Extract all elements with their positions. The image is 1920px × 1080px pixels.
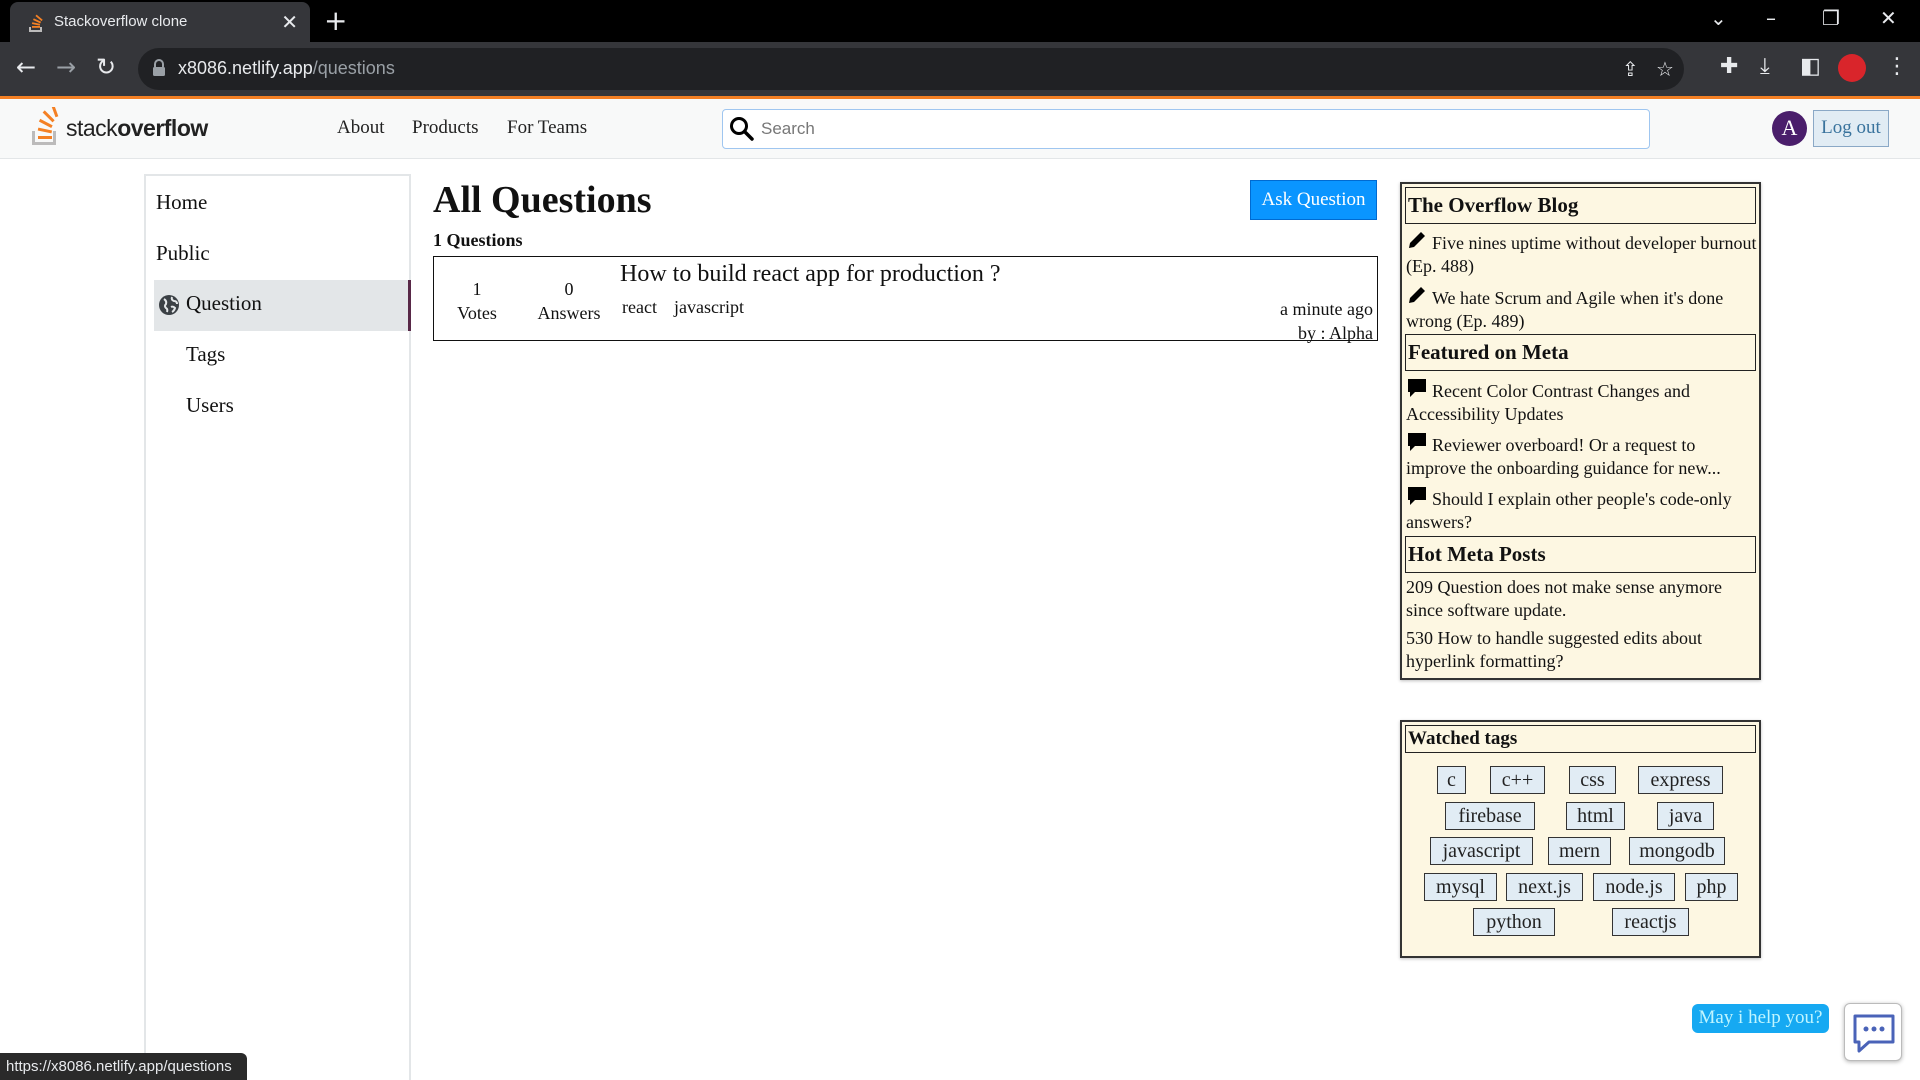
- forward-arrow-icon[interactable]: →: [56, 54, 76, 80]
- stack-logo-icon: [32, 107, 59, 145]
- hot-meta-item[interactable]: 530 How to handle suggested edits about …: [1406, 627, 1758, 673]
- site-header: stackoverflow About Products For Teams A…: [0, 99, 1920, 159]
- browser-tabbar: Stackoverflow clone ✕ + ⌄ – ❐ ✕: [0, 0, 1920, 42]
- stackoverflow-favicon-icon: [29, 14, 43, 32]
- meta-heading: Featured on Meta: [1405, 334, 1756, 371]
- chat-prompt-bubble[interactable]: May i help you?: [1692, 1004, 1829, 1033]
- vote-number: 1: [472, 279, 482, 299]
- question-tag[interactable]: javascript: [674, 297, 744, 318]
- tag-chip[interactable]: python: [1473, 908, 1555, 936]
- answer-label: Answers: [537, 303, 601, 323]
- tag-chip[interactable]: javascript: [1430, 837, 1533, 865]
- question-card: 1 Votes 0 Answers How to build react app…: [433, 256, 1378, 343]
- minimize-icon[interactable]: –: [1766, 6, 1776, 30]
- answer-count: 0 Answers: [526, 277, 612, 325]
- extensions-puzzle-icon[interactable]: ✚: [1720, 54, 1738, 79]
- close-tab-icon[interactable]: ✕: [281, 10, 298, 35]
- meta-item[interactable]: Recent Color Contrast Changes and Access…: [1406, 377, 1758, 426]
- tag-chip[interactable]: firebase: [1445, 802, 1535, 830]
- question-meta: a minute ago by : Alpha: [1280, 297, 1373, 345]
- chat-bubble-icon: [1408, 487, 1426, 505]
- tag-chip[interactable]: css: [1569, 766, 1616, 794]
- reload-icon[interactable]: ↻: [96, 54, 116, 80]
- tag-chip[interactable]: node.js: [1593, 873, 1675, 901]
- download-icon[interactable]: ⤓: [1760, 54, 1770, 79]
- chat-bubble-icon: [1408, 433, 1426, 451]
- left-sidebar: Home Public Question Tags Users: [144, 174, 411, 1080]
- search-input[interactable]: [761, 110, 1641, 148]
- tag-chip[interactable]: reactjs: [1612, 908, 1689, 936]
- tag-chip[interactable]: express: [1638, 766, 1723, 794]
- hot-meta-item[interactable]: 209 Question does not make sense anymore…: [1406, 576, 1758, 622]
- logout-button[interactable]: Log out: [1813, 110, 1889, 147]
- sidebar-widget: The Overflow Blog Five nines uptime with…: [1400, 182, 1761, 680]
- sidebar-item-label: Question: [186, 291, 262, 315]
- question-count: 1 Questions: [433, 230, 523, 250]
- tag-chip[interactable]: next.js: [1506, 873, 1583, 901]
- tag-chip[interactable]: c: [1437, 766, 1466, 794]
- sidebar-item-home[interactable]: Home: [156, 190, 207, 215]
- nav-for-teams[interactable]: For Teams: [507, 117, 587, 139]
- tag-chip[interactable]: mern: [1548, 837, 1611, 865]
- question-author: by : Alpha: [1298, 323, 1373, 343]
- hot-meta-heading: Hot Meta Posts: [1405, 536, 1756, 573]
- vote-count: 1 Votes: [452, 277, 502, 325]
- status-bar-url: https://x8086.netlify.app/questions: [0, 1053, 247, 1080]
- nav-about[interactable]: About: [337, 117, 385, 139]
- user-avatar[interactable]: A: [1772, 111, 1807, 146]
- restore-icon[interactable]: ❐: [1822, 6, 1840, 30]
- tag-chip[interactable]: html: [1566, 802, 1625, 830]
- watched-tags-heading: Watched tags: [1405, 725, 1756, 753]
- pencil-icon: [1409, 287, 1425, 303]
- pencil-icon: [1409, 232, 1425, 248]
- watched-tags-widget: Watched tags c c++ css express firebase …: [1400, 720, 1761, 958]
- tab-title: Stackoverflow clone: [54, 13, 188, 30]
- window-close-icon[interactable]: ✕: [1880, 6, 1897, 30]
- vote-label: Votes: [457, 303, 497, 323]
- question-title-link[interactable]: How to build react app for production ?: [620, 261, 1001, 288]
- meta-item[interactable]: Reviewer overboard! Or a request to impr…: [1406, 431, 1758, 480]
- share-icon[interactable]: ⇪: [1622, 57, 1639, 81]
- tab-search-chevron-icon[interactable]: ⌄: [1710, 6, 1727, 30]
- stackoverflow-logo[interactable]: stackoverflow: [30, 107, 220, 147]
- lock-icon: [153, 59, 165, 76]
- ask-question-button[interactable]: Ask Question: [1250, 180, 1377, 220]
- sidebar-item-question[interactable]: Question: [154, 280, 411, 331]
- tag-chip[interactable]: mongodb: [1629, 837, 1725, 865]
- search-bar[interactable]: [722, 109, 1650, 149]
- nav-products[interactable]: Products: [412, 117, 479, 139]
- new-tab-button[interactable]: +: [324, 4, 347, 37]
- question-time: a minute ago: [1280, 299, 1373, 319]
- browser-toolbar: ← → ↻ x8086.netlify.app/questions ⇪ ☆ ✚ …: [0, 42, 1920, 96]
- address-bar[interactable]: x8086.netlify.app/questions ⇪ ☆: [138, 48, 1684, 90]
- url-text: x8086.netlify.app/questions: [178, 58, 395, 78]
- back-arrow-icon[interactable]: ←: [16, 54, 36, 80]
- chat-icon: [1853, 1014, 1895, 1053]
- page-title: All Questions: [433, 179, 652, 221]
- tag-chip[interactable]: mysql: [1424, 873, 1497, 901]
- side-panel-icon[interactable]: ◧: [1800, 54, 1821, 79]
- tag-chip[interactable]: php: [1685, 873, 1738, 901]
- profile-avatar-icon[interactable]: [1838, 54, 1866, 82]
- question-tag[interactable]: react: [622, 297, 657, 318]
- sidebar-item-public: Public: [156, 241, 210, 265]
- blog-item[interactable]: We hate Scrum and Agile when it's done w…: [1406, 284, 1758, 333]
- globe-icon: [159, 295, 179, 315]
- logo-wordmark: stackoverflow: [66, 115, 208, 141]
- bookmark-star-icon[interactable]: ☆: [1656, 57, 1674, 81]
- browser-tab[interactable]: Stackoverflow clone ✕: [10, 2, 310, 42]
- chat-button[interactable]: [1844, 1003, 1902, 1061]
- sidebar-item-users[interactable]: Users: [186, 393, 234, 418]
- chat-bubble-icon: [1408, 379, 1426, 397]
- sidebar-item-tags[interactable]: Tags: [186, 342, 225, 367]
- answer-number: 0: [564, 279, 574, 299]
- meta-item[interactable]: Should I explain other people's code-onl…: [1406, 485, 1758, 534]
- blog-item[interactable]: Five nines uptime without developer burn…: [1406, 229, 1758, 278]
- search-icon: [730, 117, 754, 141]
- tag-chip[interactable]: c++: [1490, 766, 1545, 794]
- menu-kebab-icon[interactable]: ⋮: [1886, 54, 1908, 79]
- blog-heading: The Overflow Blog: [1405, 187, 1756, 224]
- tag-chip[interactable]: java: [1657, 802, 1714, 830]
